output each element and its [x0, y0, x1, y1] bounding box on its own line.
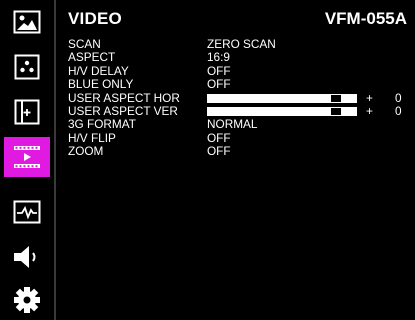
slider-handle[interactable]	[330, 93, 342, 103]
slider-sign: +	[366, 90, 373, 105]
slider-handle[interactable]	[330, 106, 342, 116]
menu-row-blue-only[interactable]: BLUE ONLY OFF	[68, 77, 408, 92]
tab-picture[interactable]	[4, 2, 50, 42]
speaker-icon	[14, 246, 36, 268]
menu-label: USER ASPECT HOR	[68, 90, 180, 105]
menu-label: H/V FLIP	[68, 130, 116, 145]
menu-row-3g-format[interactable]: 3G FORMAT NORMAL	[68, 117, 408, 132]
menu-value: OFF	[207, 63, 231, 78]
waveform-icon	[13, 200, 41, 224]
tab-marker[interactable]	[4, 92, 50, 132]
tab-video[interactable]	[4, 137, 50, 177]
menu-row-hv-flip[interactable]: H/V FLIP OFF	[68, 130, 408, 145]
dots-icon	[14, 54, 40, 80]
aspect-ver-slider[interactable]	[207, 106, 357, 116]
tab-waveform[interactable]	[4, 192, 50, 232]
menu-label: ZOOM	[68, 144, 104, 159]
menu-value: OFF	[207, 77, 231, 92]
menu-row-scan[interactable]: SCAN ZERO SCAN	[68, 37, 408, 51]
slider-value: 0	[395, 103, 402, 118]
sidebar-divider	[54, 0, 56, 320]
slider-sign: +	[366, 103, 373, 118]
picture-icon	[13, 10, 41, 34]
menu-value: OFF	[207, 130, 231, 145]
model-name: VFM-055A	[324, 9, 407, 28]
video-icon	[14, 146, 40, 168]
sidebar	[0, 0, 54, 320]
header: VIDEO VFM-055A	[68, 9, 407, 33]
menu-value: ZERO SCAN	[207, 37, 276, 51]
menu-row-user-aspect-ver[interactable]: USER ASPECT VER + 0	[68, 103, 408, 118]
menu-label: H/V DELAY	[68, 63, 129, 78]
menu-value: 16:9	[207, 50, 230, 65]
menu-value: NORMAL	[207, 117, 258, 132]
menu-label: SCAN	[68, 37, 101, 51]
gear-icon	[14, 287, 40, 313]
page-title: VIDEO	[68, 9, 122, 28]
menu-label: 3G FORMAT	[68, 117, 136, 132]
menu-label: USER ASPECT VER	[68, 103, 178, 118]
menu-label: ASPECT	[68, 50, 116, 65]
tab-settings[interactable]	[4, 280, 50, 320]
menu-label: BLUE ONLY	[68, 77, 134, 92]
tab-audio[interactable]	[4, 237, 50, 277]
marker-frame-icon	[14, 99, 40, 125]
aspect-hor-slider[interactable]	[207, 93, 357, 103]
menu-row-aspect[interactable]: ASPECT 16:9	[68, 50, 408, 65]
tab-dots[interactable]	[4, 47, 50, 87]
menu-row-user-aspect-hor[interactable]: USER ASPECT HOR + 0	[68, 90, 408, 105]
menu-list: SCAN ZERO SCAN ASPECT 16:9 H/V DELAY OFF…	[68, 37, 408, 159]
menu-row-hv-delay[interactable]: H/V DELAY OFF	[68, 63, 408, 78]
menu-row-zoom[interactable]: ZOOM OFF	[68, 144, 408, 159]
menu-value: OFF	[207, 144, 231, 159]
slider-value: 0	[395, 90, 402, 105]
